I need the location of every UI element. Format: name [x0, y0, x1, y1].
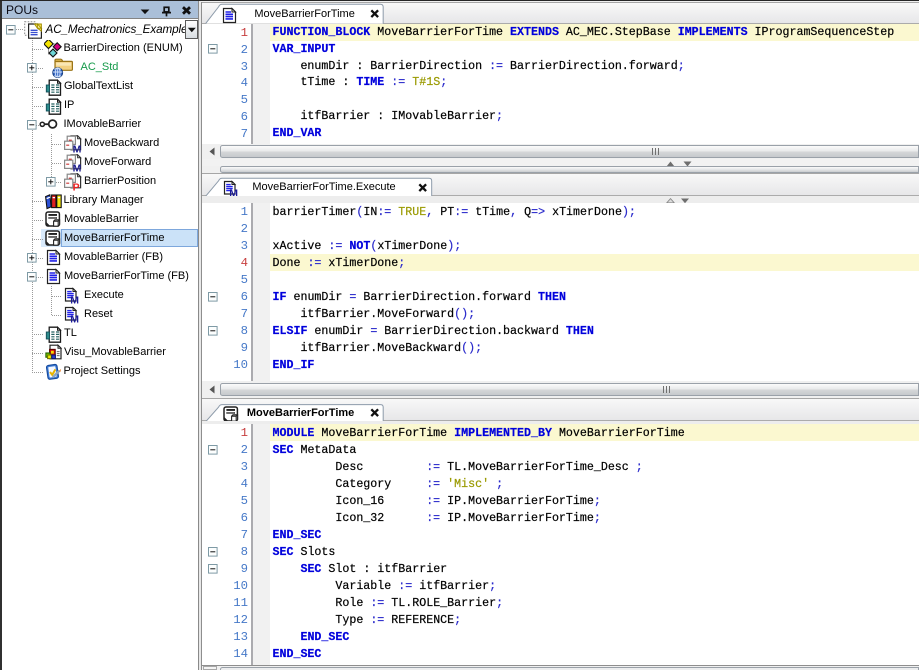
svg-text:M: M	[70, 295, 79, 306]
svg-text:M: M	[72, 163, 81, 173]
svg-text:M: M	[72, 144, 81, 154]
svg-text:M: M	[70, 314, 79, 325]
svg-text:P: P	[72, 182, 79, 192]
